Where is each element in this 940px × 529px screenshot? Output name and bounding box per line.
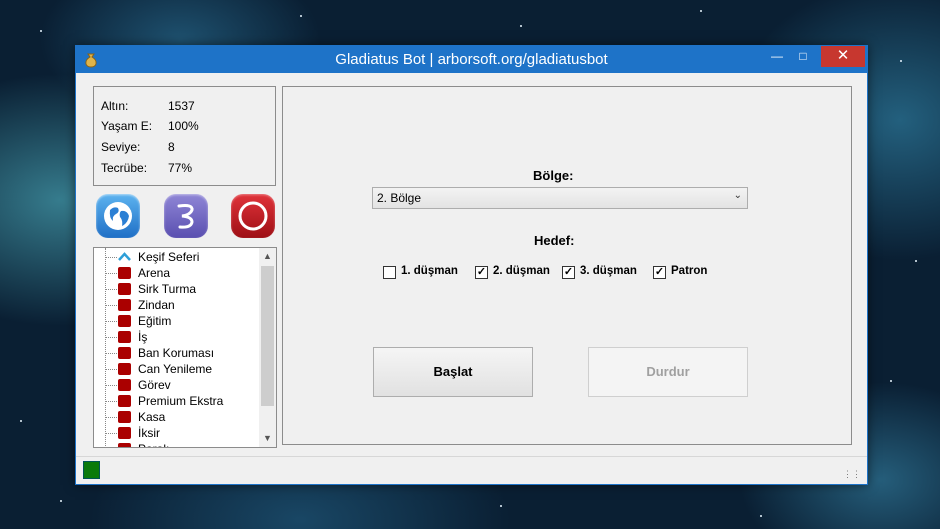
app-window: Gladiatus Bot | arborsoft.org/gladiatusb… <box>75 45 868 485</box>
title-bar[interactable]: Gladiatus Bot | arborsoft.org/gladiatusb… <box>76 46 867 73</box>
globe-icon <box>104 202 132 230</box>
tree-item-label: Zindan <box>138 298 175 312</box>
tree-item-label: Sirk Turma <box>138 282 197 296</box>
stat-label: Seviye: <box>101 140 141 154</box>
tree-item-label: Keşif Seferi <box>138 250 200 264</box>
start-button[interactable]: Başlat <box>373 347 533 397</box>
checkbox-icon[interactable] <box>383 266 396 279</box>
region-select[interactable]: 2. Bölge ⌄ <box>372 187 748 209</box>
chevron-down-icon: ⌄ <box>733 190 742 201</box>
module-icon <box>118 379 131 391</box>
module-icon <box>118 299 131 311</box>
resize-grip-icon[interactable]: ⋮⋮ <box>843 469 861 480</box>
module-icon <box>118 331 131 343</box>
region-label: Bölge: <box>533 168 574 183</box>
checkbox-label: Patron <box>671 265 708 277</box>
checkbox-icon[interactable]: ✓ <box>653 266 666 279</box>
checkbox-label: 1. düşman <box>401 265 458 277</box>
tree-item-label: Görev <box>138 378 171 392</box>
stop-all-button[interactable] <box>231 194 275 238</box>
minimize-button[interactable]: — <box>763 46 791 67</box>
tree-item[interactable]: Zindan <box>94 297 259 313</box>
module-icon <box>118 443 131 447</box>
tree-item-label: Kasa <box>138 410 166 424</box>
tree-item[interactable]: Premium Ekstra <box>94 393 259 409</box>
checkbox-label: 2. düşman <box>493 265 550 277</box>
script-button[interactable] <box>164 194 208 238</box>
region-selected: 2. Bölge <box>377 191 422 205</box>
tree-item[interactable]: Görev <box>94 377 259 393</box>
module-icon <box>118 267 131 279</box>
browser-button[interactable] <box>96 194 140 238</box>
feature-tree[interactable]: Keşif Seferi Arena Sirk Turma Zindan Eğitim İ… <box>93 247 277 448</box>
checkbox-label: 3. düşman <box>580 265 637 277</box>
maximize-button[interactable]: □ <box>789 46 817 67</box>
checkbox-icon[interactable]: ✓ <box>475 266 488 279</box>
module-icon <box>118 427 131 439</box>
tree-item[interactable]: İksir <box>94 425 259 441</box>
tree-item[interactable]: Kasa <box>94 409 259 425</box>
stat-label: Yaşam E: <box>101 119 153 133</box>
tree-item[interactable]: Sirk Turma <box>94 281 259 297</box>
window-title: Gladiatus Bot | arborsoft.org/gladiatusb… <box>335 51 608 68</box>
tree-item[interactable]: Eğitim <box>94 313 259 329</box>
tree-scrollbar[interactable]: ▲ ▼ <box>259 248 276 447</box>
tree-item-label: Paralı... <box>138 441 179 447</box>
tree-item-label: Eğitim <box>138 314 172 328</box>
main-panel: Bölge: 2. Bölge ⌄ Hedef: 1. düşman ✓ 2. … <box>282 86 852 445</box>
tree-item-label: Ban Koruması <box>138 346 215 360</box>
stat-value: 100% <box>168 119 199 133</box>
module-icon <box>118 363 131 375</box>
stat-value: 8 <box>168 140 175 154</box>
checkbox-icon[interactable]: ✓ <box>562 266 575 279</box>
stop-button[interactable]: Durdur <box>588 347 748 397</box>
tree-item-label: İş <box>138 330 148 344</box>
module-icon <box>118 395 131 407</box>
scroll-up-icon[interactable]: ▲ <box>259 248 276 265</box>
tree-item[interactable]: Ban Koruması <box>94 345 259 361</box>
tree-item-label: Can Yenileme <box>138 362 213 376</box>
tree-item[interactable]: Keşif Seferi <box>94 249 259 265</box>
scroll-down-icon[interactable]: ▼ <box>259 430 276 447</box>
status-indicator <box>83 461 100 479</box>
stat-value: 1537 <box>168 99 195 113</box>
tree-item-label: Arena <box>138 266 171 280</box>
target-label: Hedef: <box>534 233 575 248</box>
feather-icon <box>177 204 194 229</box>
tree-item[interactable]: Paralı... <box>94 441 259 447</box>
tree-item[interactable]: Can Yenileme <box>94 361 259 377</box>
module-icon <box>118 315 131 327</box>
stat-value: 77% <box>168 161 193 175</box>
chevron-up-icon <box>118 251 131 263</box>
tree-items: Keşif Seferi Arena Sirk Turma Zindan Eğitim İ… <box>94 249 259 447</box>
status-bar: ⋮⋮ <box>76 456 867 484</box>
module-icon <box>118 283 131 295</box>
module-icon <box>118 411 131 423</box>
scroll-thumb[interactable] <box>261 266 274 406</box>
tree-item-label: Premium Ekstra <box>138 394 224 408</box>
module-icon <box>118 347 131 359</box>
stats-panel: Altın: 1537 Yaşam E: 100% Seviye: 8 Tecr… <box>93 86 276 186</box>
tree-item[interactable]: İş <box>94 329 259 345</box>
tree-item[interactable]: Arena <box>94 265 259 281</box>
stat-label: Altın: <box>101 99 129 113</box>
close-button[interactable]: ✕ <box>821 46 865 67</box>
stop-circle-icon <box>238 201 268 231</box>
stat-label: Tecrübe: <box>101 161 148 175</box>
tree-item-label: İksir <box>138 426 160 440</box>
